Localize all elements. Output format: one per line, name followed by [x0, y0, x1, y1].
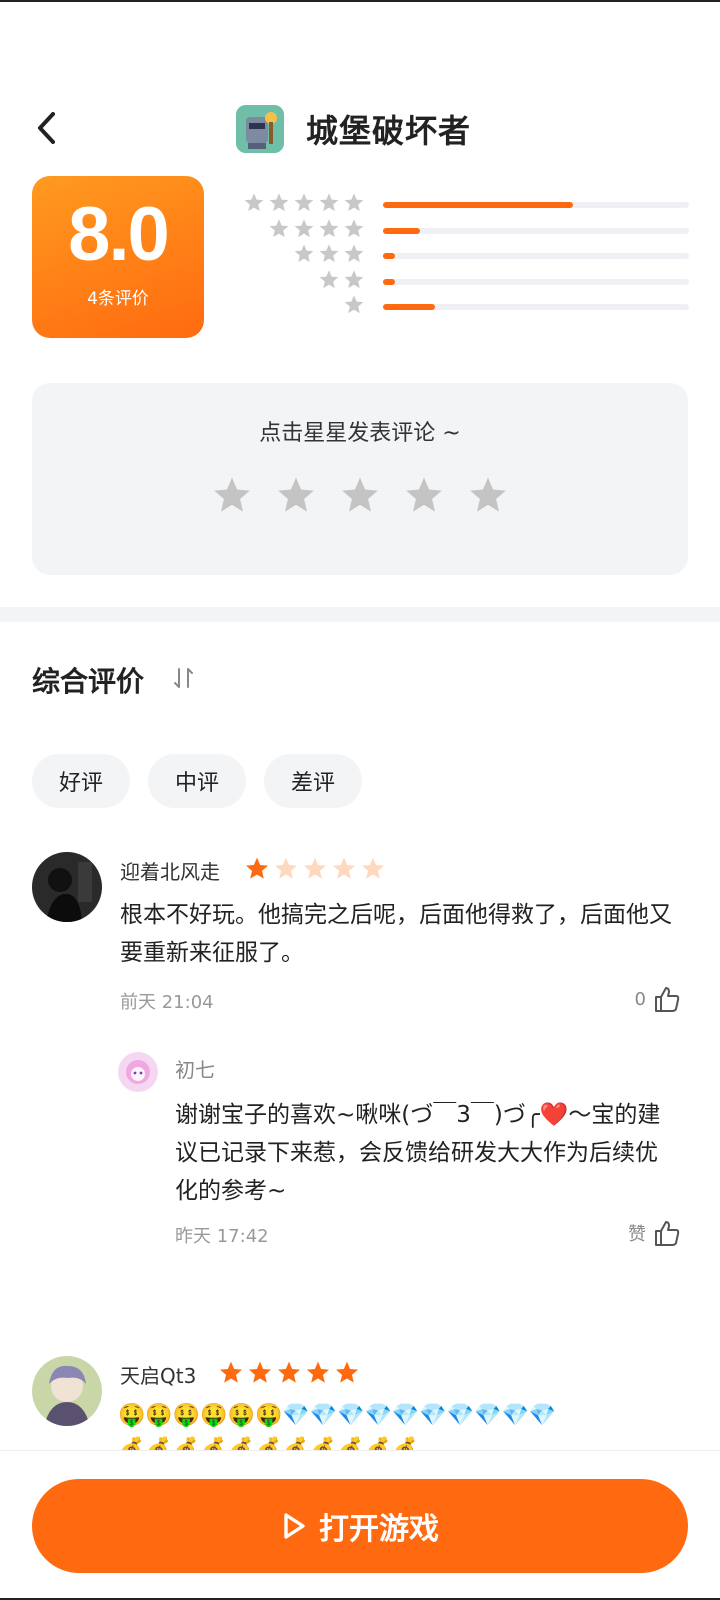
reply-like-button[interactable]: 赞 — [628, 1218, 682, 1248]
distribution-stars — [318, 269, 365, 289]
star-icon — [344, 193, 364, 212]
review-username[interactable]: 迎着北风走 — [120, 856, 220, 885]
distribution-row — [225, 192, 695, 218]
review-text: 根本不好玩。他搞完之后呢，后面他得救了，后面他又要重新来征服了。 — [120, 902, 672, 966]
sort-icon[interactable] — [172, 665, 196, 691]
rate-star-icon[interactable] — [339, 475, 381, 517]
game-icon — [236, 105, 284, 153]
distribution-row — [225, 269, 695, 295]
filter-chips: 好评 中评 差评 — [32, 754, 362, 808]
distribution-stars — [343, 294, 365, 314]
filter-good[interactable]: 好评 — [32, 754, 130, 808]
star-icon — [344, 269, 364, 288]
rate-star-icon[interactable] — [467, 475, 509, 517]
star-icon — [332, 857, 356, 879]
star-icon — [245, 857, 269, 879]
avatar[interactable] — [32, 1356, 102, 1426]
star-icon — [361, 857, 385, 879]
reply-time: 昨天 17:42 — [175, 1226, 269, 1247]
bottom-bar: 打开游戏 — [0, 1450, 720, 1598]
rate-card: 点击星星发表评论 ~ — [32, 383, 688, 575]
distribution-bar-fill — [383, 253, 396, 259]
score-box: 8.0 4条评价 — [32, 176, 204, 338]
star-icon — [294, 218, 314, 237]
star-icon — [319, 269, 339, 288]
back-button[interactable] — [28, 108, 64, 148]
like-button[interactable]: 0 — [635, 984, 682, 1014]
star-icon — [319, 218, 339, 237]
score-value: 8.0 — [68, 192, 170, 277]
distribution-bar — [383, 202, 689, 208]
open-game-label: 打开游戏 — [319, 1512, 439, 1547]
review-text-line1: 🤑🤑🤑🤑🤑🤑💎💎💎💎💎💎💎💎💎💎 — [118, 1403, 557, 1428]
distribution-bar-fill — [383, 227, 420, 234]
rate-star-icon[interactable] — [403, 475, 445, 517]
review-item: 天启Qt3 🤑🤑🤑🤑🤑🤑💎💎💎💎💎💎💎💎💎💎 💰💰💰💰💰💰💰💰💰💰💰 — [0, 1356, 720, 1450]
thumbs-up-icon — [655, 987, 680, 1012]
thumbs-up-icon — [655, 1221, 680, 1246]
star-icon — [306, 1361, 330, 1383]
distribution-row — [225, 243, 695, 269]
section-title: 综合评价 — [32, 665, 145, 698]
star-icon — [344, 295, 364, 314]
distribution-bar — [383, 304, 689, 310]
section-divider — [0, 607, 720, 622]
distribution-bar — [383, 227, 689, 234]
review-time: 前天 21:04 — [120, 992, 214, 1013]
star-icon — [294, 193, 314, 212]
review-item: 迎着北风走 根本不好玩。他搞完之后呢，后面他得救了，后面他又要重新来征服了。 前… — [0, 852, 720, 1302]
rating-count: 4条评价 — [87, 289, 149, 309]
star-icon — [335, 1361, 359, 1383]
star-icon — [319, 193, 339, 212]
review-username[interactable]: 天启Qt3 — [120, 1360, 196, 1389]
distribution-row — [225, 294, 695, 320]
rating-distribution — [225, 192, 695, 320]
reply-text: 谢谢宝子的喜欢~啾咪(づ￣3￣)づ╭❤️～宝的建议已记录下来惹，会反馈给研发大大… — [175, 1102, 661, 1204]
star-icon — [269, 193, 289, 212]
distribution-bar-fill — [383, 202, 573, 208]
play-icon — [284, 1513, 305, 1539]
star-icon — [277, 1361, 301, 1383]
star-icon — [294, 244, 314, 263]
open-game-button[interactable]: 打开游戏 — [32, 1479, 688, 1573]
header: 城堡破坏者 — [0, 98, 720, 158]
star-icon — [248, 1361, 272, 1383]
star-icon — [303, 857, 327, 879]
review-stars — [244, 856, 386, 882]
filter-medium[interactable]: 中评 — [148, 754, 246, 808]
rate-stars — [32, 475, 688, 517]
filter-bad[interactable]: 差评 — [264, 754, 362, 808]
back-arrow-icon — [38, 112, 55, 144]
app-title: 城堡破坏者 — [306, 112, 472, 150]
review-stars — [218, 1360, 360, 1386]
reply-avatar[interactable] — [118, 1052, 158, 1092]
star-icon — [219, 1361, 243, 1383]
avatar[interactable] — [32, 852, 102, 922]
distribution-stars — [243, 192, 365, 212]
star-icon — [269, 218, 289, 237]
top-border — [0, 0, 720, 2]
distribution-bar-fill — [383, 304, 436, 310]
distribution-bar — [383, 253, 689, 259]
reply-username[interactable]: 初七 — [175, 1054, 215, 1083]
rate-star-icon[interactable] — [275, 475, 317, 517]
star-icon — [274, 857, 298, 879]
rate-prompt: 点击星星发表评论 ~ — [259, 421, 461, 446]
star-icon — [344, 244, 364, 263]
star-icon — [319, 244, 339, 263]
reply-like-label: 赞 — [628, 1224, 646, 1245]
distribution-stars — [268, 218, 365, 238]
rate-star-icon[interactable] — [211, 475, 253, 517]
like-count: 0 — [634, 988, 646, 1010]
review-text-line2: 💰💰💰💰💰💰💰💰💰💰💰 — [118, 1437, 420, 1450]
star-icon — [344, 218, 364, 237]
distribution-row — [225, 218, 695, 244]
star-icon — [244, 193, 264, 212]
distribution-stars — [293, 243, 365, 263]
distribution-bar — [383, 278, 689, 285]
distribution-bar-fill — [383, 278, 396, 285]
